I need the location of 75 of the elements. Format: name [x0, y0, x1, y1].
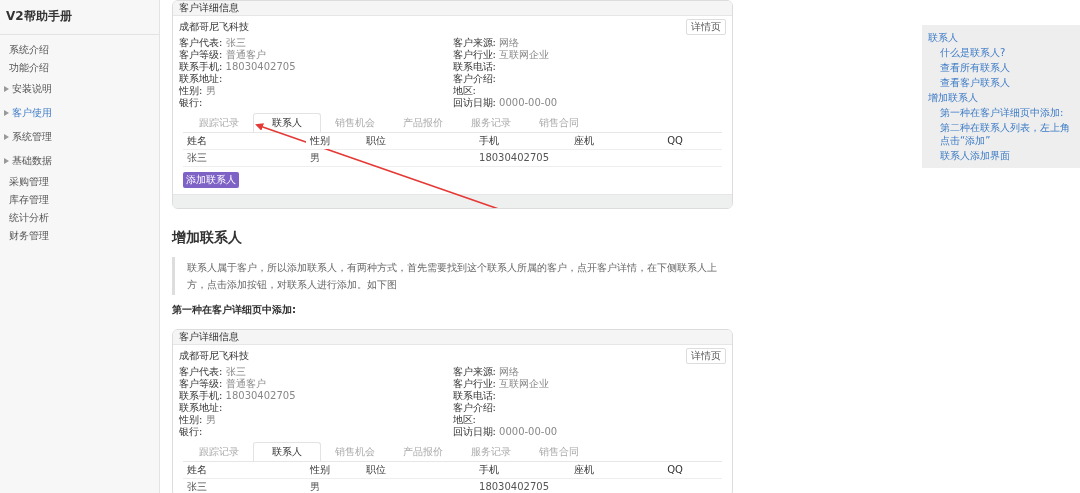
detail-field: 回访日期: 0000-00-00	[452, 426, 726, 438]
panel-title: 客户详细信息	[179, 331, 239, 342]
detail-field: 地区:	[452, 85, 726, 97]
tab[interactable]: 服务记录	[457, 113, 525, 132]
table-cell-text: 18030402705	[478, 480, 551, 493]
detail-field: 联系手机: 18030402705	[179, 390, 453, 402]
detail-field: 性别: 男	[179, 85, 453, 97]
toc-link[interactable]: 联系人	[928, 30, 1076, 45]
sidebar-item[interactable]: 系统介绍	[0, 41, 159, 59]
table-cell-text: 张三	[186, 480, 208, 493]
manual-title: V2帮助手册	[0, 0, 159, 35]
add-contact-button[interactable]: 添加联系人	[183, 172, 239, 188]
detail-field: 联系手机: 18030402705	[179, 61, 453, 73]
sidebar-item[interactable]: 采购管理	[0, 173, 159, 191]
tab[interactable]: 销售机会	[321, 442, 389, 461]
detail-field: 联系地址:	[179, 73, 453, 85]
sidebar-item[interactable]: 系统管理	[0, 125, 159, 149]
toc-link[interactable]: 第一种在客户详细页中添加:	[928, 105, 1076, 120]
detail-field: 客户行业: 互联网企业	[452, 378, 726, 390]
sidebar-item[interactable]: 客户使用	[0, 101, 159, 125]
company-name: 成都哥尼飞科技	[179, 350, 249, 362]
toc-link[interactable]: 第二种在联系人列表，左上角点击“添加”	[928, 120, 1076, 148]
expand-icon	[4, 158, 9, 164]
tab[interactable]: 服务记录	[457, 442, 525, 461]
panel-title: 客户详细信息	[179, 2, 239, 13]
detail-field: 联系电话:	[452, 61, 726, 73]
expand-icon	[4, 86, 9, 92]
table-cell-text: 男	[309, 480, 322, 493]
sidebar-item[interactable]: 安装说明	[0, 77, 159, 101]
detail-field: 回访日期: 0000-00-00	[452, 97, 726, 109]
expand-icon	[4, 134, 9, 140]
detail-field: 客户等级: 普通客户	[179, 378, 453, 390]
detail-field: 客户介绍:	[452, 73, 726, 85]
detail-field: 客户代表: 张三	[179, 366, 453, 378]
edit-button[interactable]: 详情页	[686, 348, 726, 364]
tab[interactable]: 跟踪记录	[185, 113, 253, 132]
company-name: 成都哥尼飞科技	[179, 21, 249, 33]
toc-link[interactable]: 联系人添加界面	[928, 148, 1076, 163]
sidebar-item[interactable]: 统计分析	[0, 209, 159, 227]
sidebar-item[interactable]: 财务管理	[0, 227, 159, 245]
detail-field: 客户等级: 普通客户	[179, 49, 453, 61]
tab[interactable]: 跟踪记录	[185, 442, 253, 461]
toc-link[interactable]: 增加联系人	[928, 90, 1076, 105]
sidebar-item[interactable]: 库存管理	[0, 191, 159, 209]
detail-field: 地区:	[452, 414, 726, 426]
tab[interactable]: 销售机会	[321, 113, 389, 132]
detail-field: 性别: 男	[179, 414, 453, 426]
table-cell-text: 男	[309, 151, 322, 165]
tab[interactable]: 销售合同	[525, 442, 593, 461]
detail-field: 联系地址:	[179, 402, 453, 414]
table-cell-text: 18030402705	[478, 151, 551, 165]
tab[interactable]: 销售合同	[525, 113, 593, 132]
toc-link[interactable]: 查看客户联系人	[928, 75, 1076, 90]
sidebar-item[interactable]: 基础数据	[0, 149, 159, 173]
detail-field: 联系电话:	[452, 390, 726, 402]
toc-link[interactable]: 查看所有联系人	[928, 60, 1076, 75]
sidebar-item[interactable]: 功能介绍	[0, 59, 159, 77]
tab[interactable]: 产品报价	[389, 113, 457, 132]
tab[interactable]: 联系人	[253, 442, 321, 461]
subheading: 第一种在客户详细页中添加:	[172, 303, 297, 317]
detail-field: 银行:	[179, 97, 453, 109]
expand-icon	[4, 110, 9, 116]
note-paragraph: 联系人属于客户，所以添加联系人，有两种方式，首先需要找到这个联系人所属的客户，点开客户详情，在下侧联系人上方，点击添加按钮，对联系人进行添加。如下图	[172, 257, 733, 295]
detail-field: 银行:	[179, 426, 453, 438]
detail-field: 客户来源: 网络	[452, 366, 726, 378]
toc-link[interactable]: 什么是联系人?	[928, 45, 1076, 60]
section-heading: 增加联系人	[172, 229, 243, 247]
detail-field: 客户行业: 互联网企业	[452, 49, 726, 61]
edit-button[interactable]: 详情页	[686, 19, 726, 35]
table-cell-text: 张三	[186, 151, 208, 165]
tab[interactable]: 联系人	[253, 113, 321, 132]
tab[interactable]: 产品报价	[389, 442, 457, 461]
detail-field: 客户代表: 张三	[179, 37, 453, 49]
detail-field: 客户介绍:	[452, 402, 726, 414]
detail-field: 客户来源: 网络	[452, 37, 726, 49]
